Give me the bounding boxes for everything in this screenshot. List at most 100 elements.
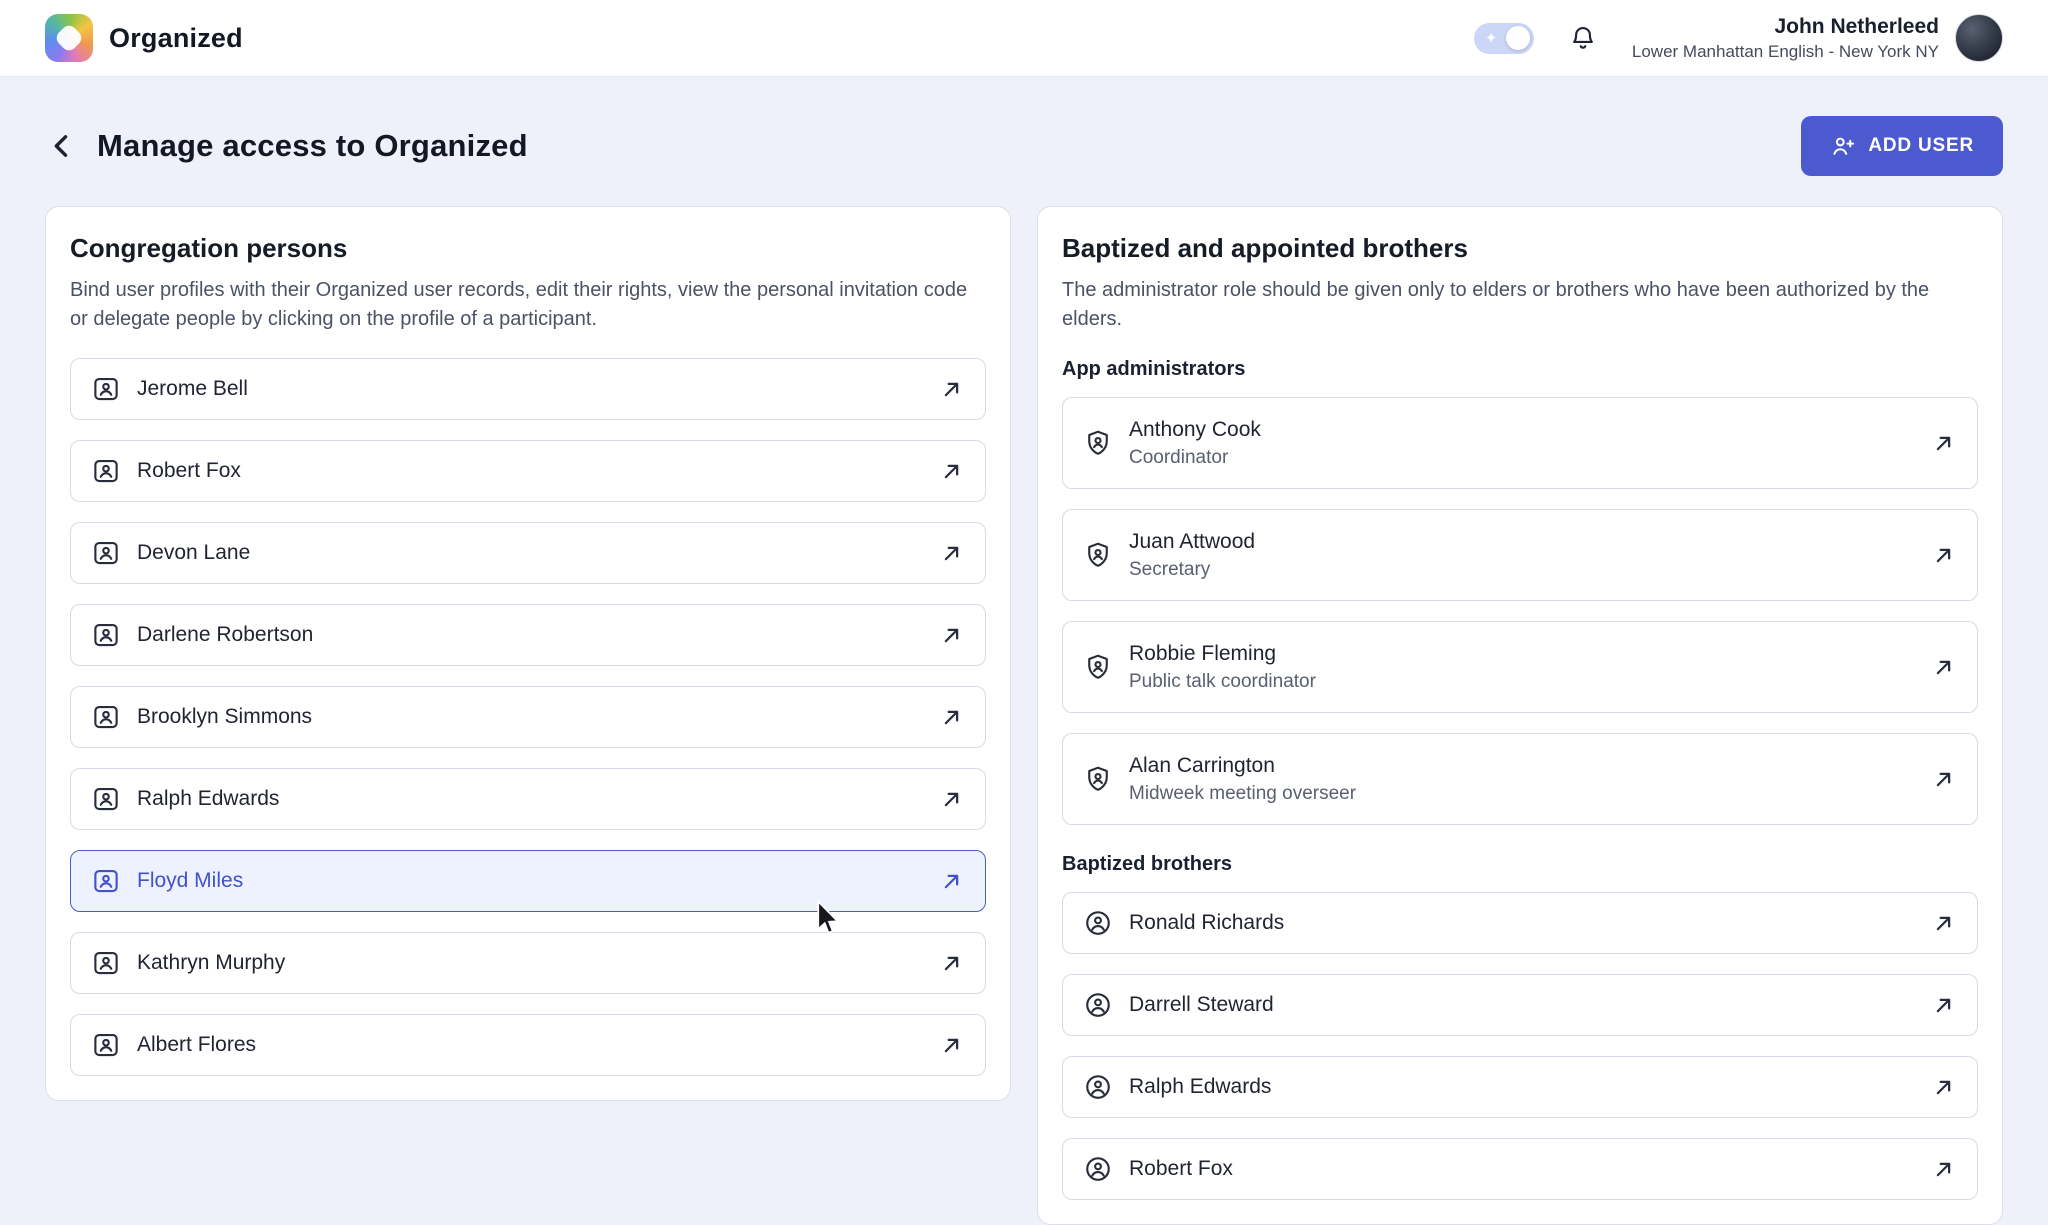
contact-card-icon (91, 948, 121, 978)
contact-card-icon (91, 620, 121, 650)
person-circle-icon (1083, 908, 1113, 938)
app-administrators-list: Anthony Cook Coordinator Juan Attwood Se… (1062, 397, 1978, 825)
baptized-brother-row[interactable]: Robert Fox (1062, 1138, 1978, 1200)
congregation-card-title: Congregation persons (70, 233, 986, 264)
add-user-label: ADD USER (1868, 135, 1974, 157)
brothers-card-description: The administrator role should be given o… (1062, 276, 1978, 334)
open-profile-arrow-icon[interactable] (938, 376, 965, 403)
open-profile-arrow-icon[interactable] (938, 786, 965, 813)
sparkle-icon: ✦ (1485, 29, 1498, 47)
app-brand[interactable]: Organized (45, 14, 243, 62)
person-circle-icon (1083, 1072, 1113, 1102)
contact-card-icon (91, 1030, 121, 1060)
theme-toggle[interactable]: ✦ (1474, 23, 1534, 54)
open-profile-arrow-icon[interactable] (938, 950, 965, 977)
appointed-brothers-card: Baptized and appointed brothers The admi… (1037, 206, 2003, 1225)
congregation-person-row[interactable]: Brooklyn Simmons (70, 686, 986, 748)
open-profile-arrow-icon[interactable] (938, 704, 965, 731)
open-profile-arrow-icon[interactable] (1930, 766, 1957, 793)
notifications-bell-icon[interactable] (1568, 23, 1598, 53)
brother-name: Robert Fox (1129, 1157, 1233, 1181)
administrator-role: Coordinator (1129, 447, 1261, 469)
administrator-name: Robbie Fleming (1129, 642, 1316, 666)
contact-card-icon (91, 702, 121, 732)
administrator-row[interactable]: Anthony Cook Coordinator (1062, 397, 1978, 489)
congregation-person-row[interactable]: Darlene Robertson (70, 604, 986, 666)
app-logo-icon (45, 14, 93, 62)
congregation-person-row[interactable]: Jerome Bell (70, 358, 986, 420)
back-button[interactable] (45, 129, 79, 163)
shield-person-icon (1083, 540, 1113, 570)
top-bar: Organized ✦ John Netherleed Lower Manhat… (0, 0, 2048, 77)
administrator-name: Anthony Cook (1129, 418, 1261, 442)
contact-card-icon (91, 456, 121, 486)
open-profile-arrow-icon[interactable] (1930, 430, 1957, 457)
congregation-person-row[interactable]: Ralph Edwards (70, 768, 986, 830)
open-profile-arrow-icon[interactable] (938, 622, 965, 649)
administrator-role: Midweek meeting overseer (1129, 783, 1356, 805)
open-profile-arrow-icon[interactable] (938, 868, 965, 895)
shield-person-icon (1083, 764, 1113, 794)
add-user-button[interactable]: ADD USER (1801, 116, 2003, 176)
congregation-person-row[interactable]: Devon Lane (70, 522, 986, 584)
brother-name: Darrell Steward (1129, 993, 1274, 1017)
add-user-icon (1830, 133, 1856, 159)
open-profile-arrow-icon[interactable] (938, 458, 965, 485)
page-title: Manage access to Organized (97, 128, 528, 164)
administrator-role: Public talk coordinator (1129, 671, 1316, 693)
toggle-knob (1506, 26, 1530, 50)
person-name: Devon Lane (137, 541, 250, 565)
open-profile-arrow-icon[interactable] (1930, 542, 1957, 569)
person-name: Robert Fox (137, 459, 241, 483)
open-profile-arrow-icon[interactable] (938, 540, 965, 567)
administrator-row[interactable]: Robbie Fleming Public talk coordinator (1062, 621, 1978, 713)
brother-name: Ronald Richards (1129, 911, 1284, 935)
contact-card-icon (91, 784, 121, 814)
baptized-brothers-label: Baptized brothers (1062, 853, 1978, 876)
congregation-person-row[interactable]: Robert Fox (70, 440, 986, 502)
brothers-card-title: Baptized and appointed brothers (1062, 233, 1978, 264)
person-circle-icon (1083, 1154, 1113, 1184)
open-profile-arrow-icon[interactable] (1930, 910, 1957, 937)
open-profile-arrow-icon[interactable] (1930, 654, 1957, 681)
open-profile-arrow-icon[interactable] (1930, 992, 1957, 1019)
congregation-persons-card: Congregation persons Bind user profiles … (45, 206, 1011, 1101)
avatar[interactable] (1955, 14, 2003, 62)
person-name: Ralph Edwards (137, 787, 279, 811)
user-account[interactable]: John Netherleed Lower Manhattan English … (1632, 14, 2003, 62)
open-profile-arrow-icon[interactable] (938, 1032, 965, 1059)
person-name: Kathryn Murphy (137, 951, 285, 975)
person-name: Albert Flores (137, 1033, 256, 1057)
person-name: Floyd Miles (137, 869, 243, 893)
baptized-brother-row[interactable]: Ralph Edwards (1062, 1056, 1978, 1118)
open-profile-arrow-icon[interactable] (1930, 1156, 1957, 1183)
baptized-brother-row[interactable]: Darrell Steward (1062, 974, 1978, 1036)
open-profile-arrow-icon[interactable] (1930, 1074, 1957, 1101)
congregation-card-description: Bind user profiles with their Organized … (70, 276, 986, 334)
app-administrators-label: App administrators (1062, 358, 1978, 381)
app-name: Organized (109, 23, 243, 54)
congregation-person-row[interactable]: Kathryn Murphy (70, 932, 986, 994)
contact-card-icon (91, 866, 121, 896)
congregation-person-row[interactable]: Albert Flores (70, 1014, 986, 1076)
administrator-name: Juan Attwood (1129, 530, 1255, 554)
shield-person-icon (1083, 428, 1113, 458)
baptized-brothers-list: Ronald Richards Darrell Steward Ralph Ed… (1062, 892, 1978, 1200)
person-name: Darlene Robertson (137, 623, 313, 647)
baptized-brother-row[interactable]: Ronald Richards (1062, 892, 1978, 954)
administrator-name: Alan Carrington (1129, 754, 1356, 778)
person-name: Brooklyn Simmons (137, 705, 312, 729)
user-congregation: Lower Manhattan English - New York NY (1632, 42, 1939, 62)
contact-card-icon (91, 374, 121, 404)
person-name: Jerome Bell (137, 377, 248, 401)
user-name: John Netherleed (1632, 15, 1939, 39)
brother-name: Ralph Edwards (1129, 1075, 1271, 1099)
administrator-role: Secretary (1129, 559, 1255, 581)
person-circle-icon (1083, 990, 1113, 1020)
administrator-row[interactable]: Alan Carrington Midweek meeting overseer (1062, 733, 1978, 825)
shield-person-icon (1083, 652, 1113, 682)
administrator-row[interactable]: Juan Attwood Secretary (1062, 509, 1978, 601)
contact-card-icon (91, 538, 121, 568)
congregation-person-row[interactable]: Floyd Miles (70, 850, 986, 912)
congregation-person-list: Jerome Bell Robert Fox Devon Lane D (70, 358, 986, 1076)
